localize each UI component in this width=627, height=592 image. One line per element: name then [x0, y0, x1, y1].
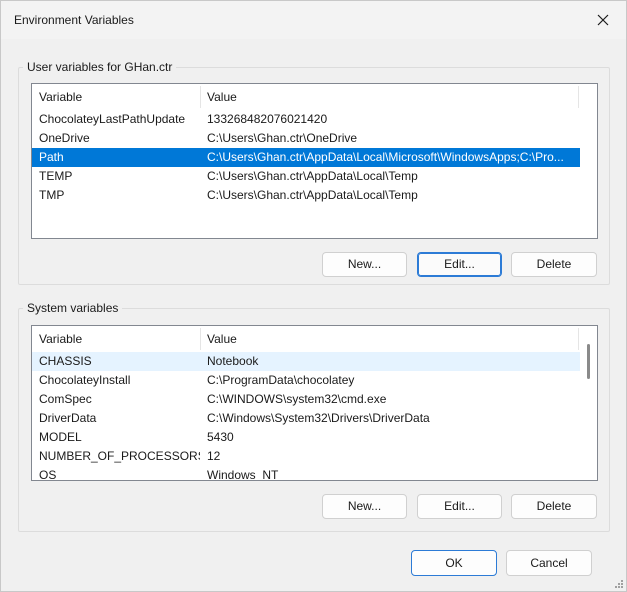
variable-name: NUMBER_OF_PROCESSORS — [39, 449, 200, 463]
column-separator[interactable] — [578, 86, 579, 108]
title-bar: Environment Variables — [1, 1, 626, 39]
variable-name: DriverData — [39, 411, 97, 425]
table-row[interactable]: ChocolateyInstall C:\ProgramData\chocola… — [32, 371, 580, 390]
variable-name: OneDrive — [39, 131, 90, 145]
variable-value: C:\WINDOWS\system32\cmd.exe — [207, 392, 387, 406]
table-row[interactable]: OneDrive C:\Users\Ghan.ctr\OneDrive — [32, 129, 580, 148]
variable-value: C:\Users\Ghan.ctr\AppData\Local\Temp — [207, 188, 418, 202]
variable-name: ChocolateyInstall — [39, 373, 131, 387]
close-icon — [597, 14, 609, 26]
table-row[interactable]: TEMP C:\Users\Ghan.ctr\AppData\Local\Tem… — [32, 167, 580, 186]
vertical-scrollbar[interactable] — [581, 326, 597, 480]
variable-value: 133268482076021420 — [207, 112, 328, 126]
ok-button[interactable]: OK — [411, 550, 497, 576]
user-list-header: Variable Value — [32, 84, 597, 110]
system-variables-list[interactable]: Variable Value CHASSIS Notebook Chocolat… — [31, 325, 598, 481]
variable-name: MODEL — [39, 430, 82, 444]
user-variables-list[interactable]: Variable Value ChocolateyLastPathUpdate … — [31, 83, 598, 239]
table-row-selected[interactable]: Path C:\Users\Ghan.ctr\AppData\Local\Mic… — [32, 148, 580, 167]
column-header-value[interactable]: Value — [200, 326, 578, 352]
variable-name: CHASSIS — [39, 354, 92, 368]
variable-name: TEMP — [39, 169, 73, 183]
cancel-button[interactable]: Cancel — [506, 550, 592, 576]
table-row[interactable]: OS Windows_NT — [32, 466, 580, 481]
table-row[interactable]: MODEL 5430 — [32, 428, 580, 447]
variable-value: 5430 — [207, 430, 234, 444]
variable-value: 12 — [207, 449, 221, 463]
variable-name: ChocolateyLastPathUpdate — [39, 112, 186, 126]
column-header-value[interactable]: Value — [200, 84, 578, 110]
system-edit-button[interactable]: Edit... — [417, 494, 502, 519]
variable-name: Path — [39, 150, 64, 164]
table-row-hovered[interactable]: CHASSIS Notebook — [32, 352, 580, 371]
column-header-variable[interactable]: Variable — [32, 326, 200, 352]
system-list-header: Variable Value — [32, 326, 597, 352]
user-delete-button[interactable]: Delete — [511, 252, 597, 277]
table-row[interactable]: TMP C:\Users\Ghan.ctr\AppData\Local\Temp — [32, 186, 580, 205]
user-variables-label: User variables for GHan.ctr — [23, 60, 177, 74]
system-delete-button[interactable]: Delete — [511, 494, 597, 519]
variable-value: C:\ProgramData\chocolatey — [207, 373, 355, 387]
resize-grip-icon[interactable] — [614, 579, 624, 589]
table-row[interactable]: ComSpec C:\WINDOWS\system32\cmd.exe — [32, 390, 580, 409]
window-title: Environment Variables — [14, 13, 134, 27]
table-row[interactable]: ChocolateyLastPathUpdate 133268482076021… — [32, 110, 580, 129]
variable-value: Notebook — [207, 354, 259, 368]
scrollbar-thumb[interactable] — [587, 344, 590, 379]
table-row[interactable]: NUMBER_OF_PROCESSORS 12 — [32, 447, 580, 466]
variable-name: ComSpec — [39, 392, 92, 406]
variable-value: C:\Users\Ghan.ctr\OneDrive — [207, 131, 358, 145]
system-new-button[interactable]: New... — [322, 494, 407, 519]
variable-name: TMP — [39, 188, 65, 202]
column-header-variable[interactable]: Variable — [32, 84, 200, 110]
variable-value: Windows_NT — [207, 468, 279, 481]
column-separator[interactable] — [578, 328, 579, 350]
variable-value: C:\Users\Ghan.ctr\AppData\Local\Temp — [207, 169, 418, 183]
user-edit-button[interactable]: Edit... — [417, 252, 502, 277]
system-variables-label: System variables — [23, 301, 123, 315]
variable-value: C:\Windows\System32\Drivers\DriverData — [207, 411, 430, 425]
variable-value: C:\Users\Ghan.ctr\AppData\Local\Microsof… — [207, 150, 564, 164]
environment-variables-dialog: Environment Variables User variables for… — [0, 0, 627, 592]
close-button[interactable] — [592, 10, 614, 30]
user-new-button[interactable]: New... — [322, 252, 407, 277]
table-row[interactable]: DriverData C:\Windows\System32\Drivers\D… — [32, 409, 580, 428]
variable-name: OS — [39, 468, 57, 481]
